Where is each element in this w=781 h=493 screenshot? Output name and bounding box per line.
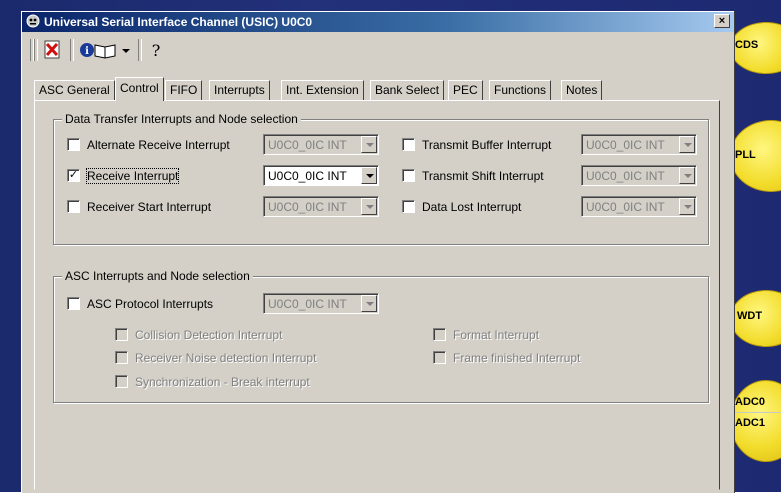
chevron-down-icon[interactable] — [679, 198, 695, 215]
sync-break-label: Synchronization - Break interrupt — [135, 375, 310, 389]
collision-detection-checkbox[interactable] — [115, 328, 128, 341]
asc-interrupts-group: ASC Interrupts and Node selection ASC Pr… — [53, 269, 709, 403]
transmit-buffer-node-select[interactable]: U0C0_0IC INT — [581, 134, 697, 155]
chevron-down-icon[interactable] — [361, 167, 377, 184]
tab-asc-general[interactable]: ASC General — [34, 80, 115, 100]
chevron-down-icon[interactable] — [120, 39, 132, 61]
asc-interrupts-group-title: ASC Interrupts and Node selection — [62, 269, 253, 283]
sync-break-checkbox[interactable] — [115, 375, 128, 388]
tab-control[interactable]: Control — [115, 77, 164, 101]
tab-fifo[interactable]: FIFO — [165, 80, 203, 100]
chevron-down-icon[interactable] — [679, 167, 695, 184]
toolbar: i ? — [28, 35, 328, 65]
wdt-label: WDT — [737, 310, 763, 322]
chevron-down-icon[interactable] — [679, 136, 695, 153]
tab-interrupts[interactable]: Interrupts — [209, 80, 270, 100]
receiver-start-label: Receiver Start Interrupt — [87, 200, 212, 214]
delete-icon[interactable] — [42, 39, 64, 61]
adc0-label: ADC0 — [735, 396, 765, 408]
alternate-receive-node-value: U0C0_0IC INT — [268, 138, 347, 152]
data-lost-label: Data Lost Interrupt — [422, 200, 522, 214]
control-tab-panel: Data Transfer Interrupts and Node select… — [34, 100, 720, 490]
tab-bank-select[interactable]: Bank Select — [370, 80, 445, 100]
svg-text:i: i — [85, 46, 89, 57]
cds-label: CDS — [735, 39, 759, 51]
title-bar[interactable]: Universal Serial Interface Channel (USIC… — [22, 12, 734, 32]
transmit-shift-node-value: U0C0_0IC INT — [586, 169, 665, 183]
data-lost-node-value: U0C0_0IC INT — [586, 200, 665, 214]
data-transfer-group: Data Transfer Interrupts and Node select… — [53, 112, 709, 245]
receive-node-select[interactable]: U0C0_0IC INT — [263, 165, 379, 186]
tab-notes[interactable]: Notes — [561, 80, 603, 100]
data-transfer-group-title: Data Transfer Interrupts and Node select… — [62, 112, 301, 126]
data-lost-node-select[interactable]: U0C0_0IC INT — [581, 196, 697, 217]
toolbar-grip-2 — [34, 39, 38, 61]
window-title: Universal Serial Interface Channel (USIC… — [44, 15, 313, 29]
transmit-buffer-label: Transmit Buffer Interrupt — [422, 138, 552, 152]
help-icon[interactable]: ? — [146, 39, 166, 61]
chevron-down-icon[interactable] — [361, 136, 377, 153]
tab-int-extension[interactable]: Int. Extension — [281, 80, 364, 100]
transmit-shift-checkbox[interactable] — [402, 169, 415, 182]
window-app-icon — [26, 14, 40, 28]
receiver-start-checkbox[interactable] — [67, 200, 80, 213]
alternate-receive-checkbox[interactable] — [67, 138, 80, 151]
receive-node-value: U0C0_0IC INT — [268, 169, 347, 183]
transmit-shift-node-select[interactable]: U0C0_0IC INT — [581, 165, 697, 186]
receiver-start-node-value: U0C0_0IC INT — [268, 200, 347, 214]
tab-functions[interactable]: Functions — [489, 80, 552, 100]
frame-finished-label: Frame finished Interrupt — [453, 351, 581, 365]
usic-dialog: Universal Serial Interface Channel (USIC… — [21, 11, 734, 493]
format-interrupt-label: Format Interrupt — [453, 328, 540, 342]
asc-protocol-node-value: U0C0_0IC INT — [268, 297, 347, 311]
adc-divider — [730, 412, 781, 413]
transmit-shift-label: Transmit Shift Interrupt — [422, 169, 544, 183]
toolbar-separator — [70, 39, 74, 61]
pll-label: PLL — [735, 149, 756, 161]
data-lost-checkbox[interactable] — [402, 200, 415, 213]
chevron-down-icon[interactable] — [361, 295, 377, 312]
close-button[interactable]: × — [714, 14, 730, 28]
asc-protocol-label: ASC Protocol Interrupts — [87, 297, 214, 311]
format-interrupt-checkbox[interactable] — [433, 328, 446, 341]
receiver-noise-checkbox[interactable] — [115, 351, 128, 364]
chevron-down-icon[interactable] — [361, 198, 377, 215]
receive-interrupt-label: Receive Interrupt — [85, 168, 180, 184]
receive-interrupt-checkbox[interactable]: ✓ — [67, 169, 80, 182]
collision-detection-label: Collision Detection Interrupt — [135, 328, 283, 342]
transmit-buffer-node-value: U0C0_0IC INT — [586, 138, 665, 152]
svg-text:?: ? — [152, 41, 161, 60]
receiver-noise-label: Receiver Noise detection Interrupt — [135, 351, 317, 365]
receiver-start-node-select[interactable]: U0C0_0IC INT — [263, 196, 379, 217]
info-book-icon[interactable]: i — [78, 39, 118, 61]
asc-protocol-node-select[interactable]: U0C0_0IC INT — [263, 293, 379, 314]
adc1-label: ADC1 — [735, 417, 765, 429]
toolbar-separator-2 — [138, 39, 142, 61]
tab-pec[interactable]: PEC — [448, 80, 483, 100]
transmit-buffer-checkbox[interactable] — [402, 138, 415, 151]
alternate-receive-node-select[interactable]: U0C0_0IC INT — [263, 134, 379, 155]
alternate-receive-label: Alternate Receive Interrupt — [87, 138, 230, 152]
frame-finished-checkbox[interactable] — [433, 351, 446, 364]
asc-protocol-checkbox[interactable] — [67, 297, 80, 310]
